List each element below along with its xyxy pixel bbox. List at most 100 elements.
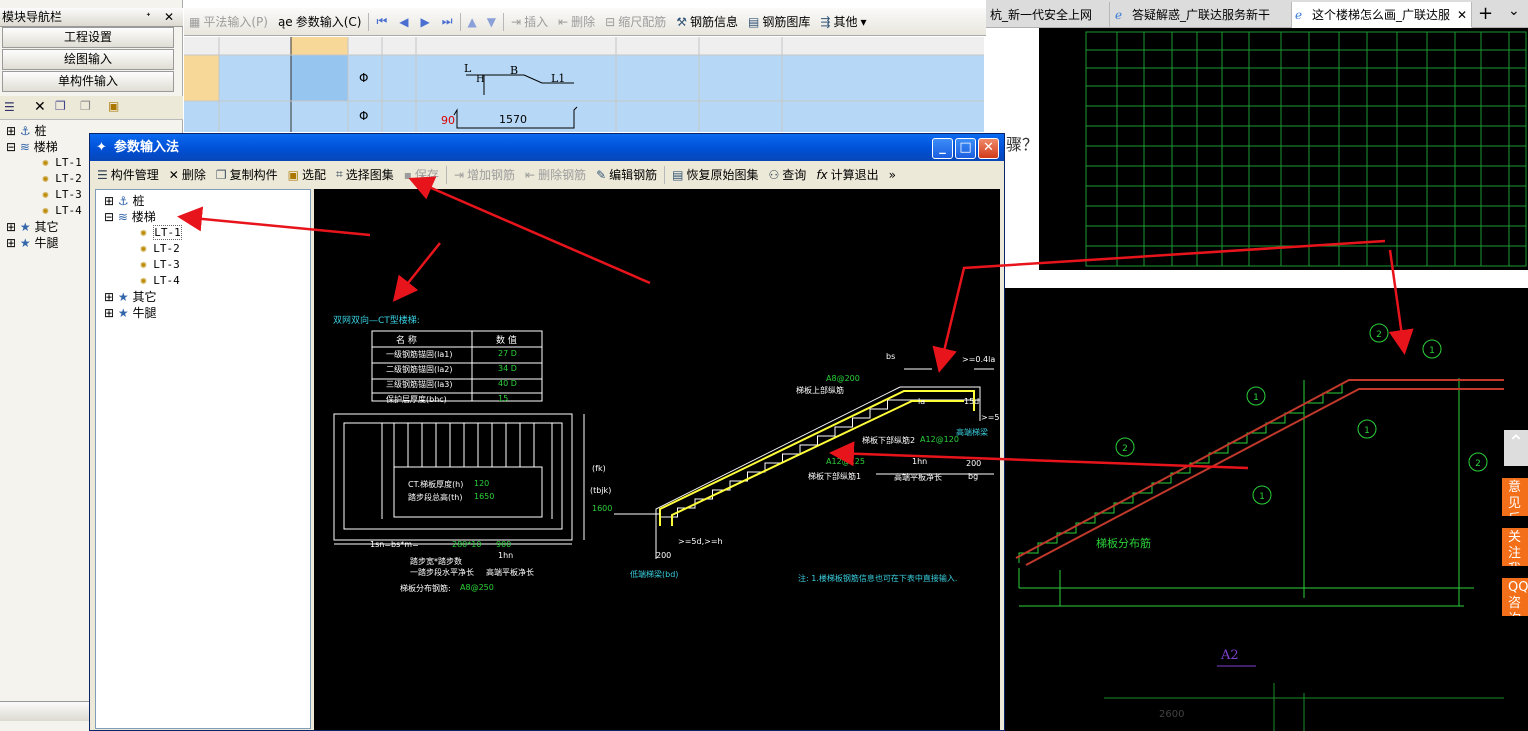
delete-icon[interactable]: ✕ — [34, 99, 46, 115]
tree-item-other[interactable]: ⊞ ★ 其它 — [6, 219, 82, 235]
dlg-delete-button[interactable]: ✕ 删除 — [164, 163, 211, 187]
dialog-title: 参数输入法 — [114, 140, 180, 155]
delete-rebar-button[interactable]: ⇤ 删除钢筋 — [520, 163, 591, 187]
browser-tab-bar: 杭_新一代安全上网 ℯ 答疑解惑_广联达服务新干 ℯ 这个楼梯怎么画_广联达服 ✕ +… — [986, 0, 1528, 28]
scale-rebar-button[interactable]: ⊟ 缩尺配筋 — [600, 10, 671, 34]
dim-900[interactable]: 900 — [496, 540, 511, 549]
dim-200-left: 200 — [656, 551, 672, 560]
stair-bottom1-value[interactable]: A12@125 — [826, 457, 865, 466]
back-to-top-button[interactable]: ⌃ — [1504, 430, 1528, 466]
delete-button[interactable]: ⇤ 删除 — [553, 10, 600, 34]
select-config-button[interactable]: ▣ 选配 — [283, 163, 331, 187]
dim-la: la — [918, 397, 926, 406]
record-nav[interactable]: ⏮ ◀ ▶ ⏭ — [371, 10, 457, 34]
stair-bottom2-value[interactable]: A12@120 — [920, 435, 959, 444]
shape-label-B: B — [510, 64, 519, 77]
tab-menu-chevron-icon[interactable]: ⌄ — [1508, 3, 1520, 19]
nav-btn-drawing-input[interactable]: 绘图输入 — [2, 49, 174, 70]
param-row-value[interactable]: 40 D — [498, 379, 517, 388]
plan-height-value[interactable]: 1650 — [474, 492, 494, 501]
dialog-toolbar: ☰ 构件管理 ✕ 删除 ❐ 复制构件 ▣ 选配 ⌗ 选择图集 ▪ 保存 ⇥ 增加钢筋 ⇤ 删除钢… — [92, 162, 1002, 187]
calc-exit-button[interactable]: fx 计算退出 — [811, 163, 883, 187]
shape-label-L: L — [464, 62, 472, 75]
tree-item-lt4[interactable]: ✺ LT-4 — [6, 203, 82, 219]
restore-atlas-button[interactable]: ▤ 恢复原始图集 — [667, 163, 763, 187]
side-1600[interactable]: 1600 — [592, 504, 612, 513]
stair-atlas-drawing: 双网双向—CT型楼梯: 名 称 数 值 一级钢筋锚固(la1) 27 D 二级钢筋锚… — [314, 189, 1000, 730]
param-icon: ąе — [277, 14, 293, 29]
browser-tab-2[interactable]: ℯ 答疑解惑_广联达服务新干 — [1112, 2, 1292, 28]
svg-text:1: 1 — [1253, 393, 1259, 403]
param-row-name: 保护层厚度(bhc) — [386, 395, 447, 404]
param-row-value[interactable]: 34 D — [498, 364, 517, 373]
nav-btn-single-component[interactable]: 单构件输入 — [2, 71, 174, 92]
dlg-tree-item-lt3[interactable]: ✺ LT-3 — [104, 257, 310, 273]
browser-tab-1[interactable]: 杭_新一代安全上网 — [986, 2, 1110, 28]
dim-lsn-value[interactable]: 280*10 — [452, 540, 481, 549]
tree-item-lt3[interactable]: ✺ LT-3 — [6, 187, 82, 203]
scale-icon: ⊟ — [605, 14, 616, 29]
stair-top-rebar-value[interactable]: A8@200 — [826, 374, 860, 383]
dlg-tree-item-lt1[interactable]: ✺ LT-1 — [104, 225, 310, 241]
param-col-name: 名 称 — [396, 336, 417, 346]
svg-text:2: 2 — [1122, 444, 1128, 454]
cad-note: 注: 1.楼梯板钢筋信息也可在下表中直接输入. — [798, 574, 958, 583]
move-buttons[interactable]: ▲ ▼ — [463, 10, 501, 34]
save-button[interactable]: ▪ 保存 — [399, 163, 444, 187]
paste-icon[interactable]: ❐ — [80, 99, 91, 113]
dlg-tree-item-stairs[interactable]: ⊟ ≋ 楼梯 — [104, 209, 310, 225]
pin-icon[interactable]: ᐩ — [146, 8, 151, 27]
side-qq-button[interactable]: QQ咨询 — [1502, 578, 1528, 616]
plan-thick-value[interactable]: 120 — [474, 479, 489, 488]
row2-left-value: 90 — [441, 114, 455, 127]
up-icon: ▲ — [467, 14, 477, 29]
component-manage-button[interactable]: ☰ 构件管理 — [92, 163, 164, 187]
svg-text:2: 2 — [1475, 459, 1481, 469]
cad-heading: 双网双向—CT型楼梯: — [333, 316, 420, 326]
param-input-button[interactable]: ąе 参数输入(C) — [273, 10, 367, 34]
nav-btn-project-settings[interactable]: 工程设置 — [2, 27, 174, 48]
list-icon[interactable]: ☰ — [4, 100, 15, 114]
query-button[interactable]: ⚇ 查询 — [764, 163, 812, 187]
other-menu-button[interactable]: ⇶ 其他 ▾ — [815, 10, 871, 34]
add-rebar-button[interactable]: ⇥ 增加钢筋 — [449, 163, 520, 187]
dlg-tree-item-other[interactable]: ⊞ ★ 其它 — [104, 289, 310, 305]
dlg-tree-item-lt2[interactable]: ✺ LT-2 — [104, 241, 310, 257]
toolbar-overflow-button[interactable]: » — [884, 163, 901, 187]
close-button[interactable]: ✕ — [978, 138, 999, 159]
fx-icon: fx — [816, 167, 828, 182]
rebar-info-button[interactable]: ⚒ 钢筋信息 — [671, 10, 743, 34]
row1-symbol: Φ — [359, 71, 369, 85]
dlg-tree-item-lt4[interactable]: ✺ LT-4 — [104, 273, 310, 289]
rebar-library-button[interactable]: ▤ 钢筋图库 — [743, 10, 815, 34]
param-row-value[interactable]: 15 — [498, 394, 508, 403]
browser-tab-3[interactable]: ℯ 这个楼梯怎么画_广联达服 ✕ — [1292, 2, 1472, 28]
dlg-tree-item-corbel[interactable]: ⊞ ★ 牛腿 — [104, 305, 310, 321]
param-col-value: 数 值 — [496, 336, 517, 346]
tree-item-lt1[interactable]: ✺ LT-1 — [6, 155, 82, 171]
insert-button[interactable]: ⇥ 插入 — [506, 10, 553, 34]
select-atlas-button[interactable]: ⌗ 选择图集 — [331, 163, 399, 187]
side-follow-button[interactable]: 关注我们 — [1502, 528, 1528, 566]
minimize-button[interactable]: _ — [932, 138, 953, 159]
tree-item-stairs[interactable]: ⊟ ≋ 楼梯 — [6, 139, 82, 155]
tree-item-lt2[interactable]: ✺ LT-2 — [6, 171, 82, 187]
stair-bottom2-label: 梯板下部纵筋2 — [862, 436, 916, 445]
maximize-button[interactable]: □ — [955, 138, 976, 159]
copy-component-button[interactable]: ❐ 复制构件 — [211, 163, 283, 187]
select-icon: ▣ — [287, 167, 299, 182]
app-icon: ✦ — [96, 140, 107, 155]
paste2-icon[interactable]: ▣ — [108, 99, 119, 113]
copy-icon[interactable]: ❐ — [55, 99, 66, 113]
new-tab-button[interactable]: + — [1478, 3, 1493, 24]
dlg-tree-item-pile[interactable]: ⊞ ⚓ 桩 — [104, 193, 310, 209]
side-feedback-button[interactable]: 意见反馈 — [1502, 478, 1528, 516]
param-row-value[interactable]: 27 D — [498, 349, 517, 358]
flat-input-button[interactable]: ▦ 平法输入(P) — [184, 10, 273, 34]
close-icon[interactable]: ✕ — [164, 8, 174, 27]
tree-item-pile[interactable]: ⊞ ⚓ 桩 — [6, 123, 82, 139]
tree-item-corbel[interactable]: ⊞ ★ 牛腿 — [6, 235, 82, 251]
prev-icon: ◀ — [399, 14, 409, 29]
edit-rebar-button[interactable]: ✎ 编辑钢筋 — [591, 163, 662, 187]
label-distribution-value[interactable]: A8@250 — [460, 583, 494, 592]
